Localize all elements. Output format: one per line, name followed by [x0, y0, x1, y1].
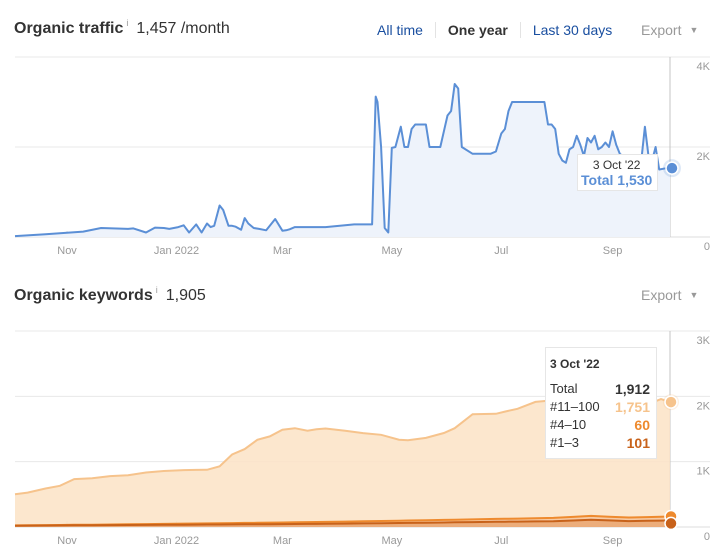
traffic-area: [15, 84, 670, 237]
y-tick-label: 0: [704, 241, 710, 253]
tooltip-row-total: Total 1,912: [550, 380, 650, 398]
row-value: 60: [634, 417, 650, 433]
y-tick-label: 2K: [697, 400, 711, 412]
y-tick-label: 0: [704, 531, 710, 543]
x-tick-label: Sep: [603, 245, 623, 257]
hover-point: [665, 161, 679, 175]
x-tick-label: Jan 2022: [154, 535, 199, 547]
tooltip-total: Total 1,530: [581, 172, 653, 188]
tooltip-row-1-3: #1–3 101: [550, 434, 650, 452]
x-tick-label: Jul: [494, 245, 508, 257]
x-tick-label: Nov: [57, 535, 77, 547]
y-tick-label: 3K: [697, 335, 711, 347]
x-tick-label: Mar: [273, 535, 292, 547]
x-tick-label: Mar: [273, 245, 292, 257]
row-label: #4–10: [550, 417, 587, 432]
y-tick-label: 2K: [697, 151, 711, 163]
row-label: Total: [550, 381, 578, 396]
hover-point-1-3: [664, 516, 678, 531]
row-value: 101: [626, 435, 650, 451]
tooltip-row-4-10: #4–10 60: [550, 416, 650, 434]
tooltip-row-11-100: #11–100 1,751: [550, 398, 650, 416]
x-tick-label: Nov: [57, 245, 77, 257]
x-tick-label: May: [381, 245, 402, 257]
tooltip-date: 3 Oct '22: [550, 357, 600, 371]
traffic-tooltip: 3 Oct '22 Total 1,530: [577, 154, 659, 191]
x-tick-label: Jan 2022: [154, 245, 199, 257]
hover-point-11-100: [664, 395, 678, 409]
charts-canvas: 0 2K 4K Nov Jan 2022 Mar May Jul Sep 0 1K 2K 3K Nov J…: [14, 56, 711, 547]
tooltip-date: 3 Oct '22: [592, 158, 641, 172]
row-label: #11–100: [550, 399, 600, 414]
row-value: 1,912: [614, 381, 650, 397]
y-tick-label: 4K: [697, 61, 711, 73]
row-value: 1,751: [614, 399, 650, 415]
y-tick-label: 1K: [697, 466, 711, 478]
x-tick-label: Sep: [603, 535, 623, 547]
x-tick-label: Jul: [494, 535, 508, 547]
row-label: #1–3: [550, 435, 579, 450]
x-tick-label: May: [381, 535, 402, 547]
keywords-tooltip: 3 Oct '22 Total 1,912 #11–100 1,751 #4–1…: [545, 347, 657, 459]
